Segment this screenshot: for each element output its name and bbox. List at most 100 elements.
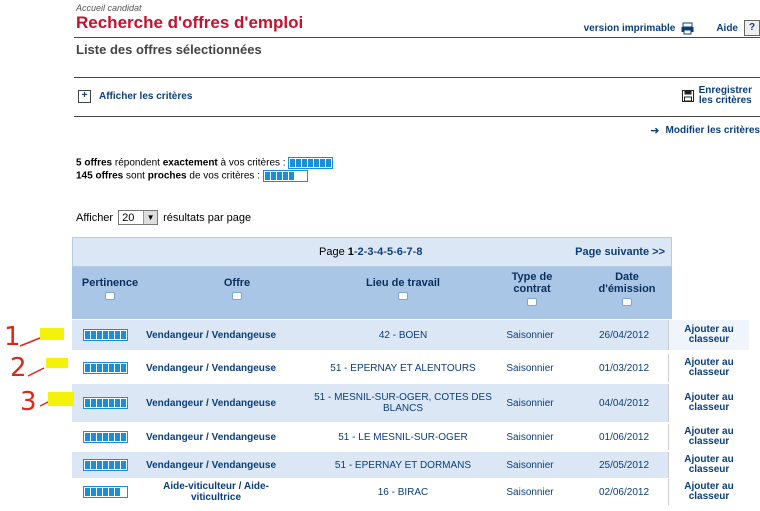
offre-link[interactable]: Vendangeur / Vendangeuse	[146, 320, 286, 350]
result-counts: 5 offres répondent exactement à vos crit…	[76, 157, 334, 183]
page-subtitle: Liste des offres sélectionnées	[76, 42, 262, 57]
add-label: classeur	[688, 491, 730, 502]
relevance-meter	[82, 329, 128, 341]
add-to-folder-button[interactable]: Ajouter au classeur	[668, 452, 749, 478]
top-links: version imprimable Aide ?	[584, 20, 760, 36]
sort-icon[interactable]	[527, 298, 537, 306]
printer-icon[interactable]	[681, 22, 694, 35]
relevance-meter	[288, 157, 334, 169]
help-link[interactable]: Aide	[716, 23, 738, 34]
next-page-link[interactable]: Page suivante >>	[575, 246, 665, 258]
relevance-meter	[82, 362, 128, 374]
offre-link[interactable]: Vendangeur / Vendangeuse	[146, 384, 286, 422]
text: à vos critères :	[217, 157, 289, 169]
table-row[interactable]: Vendangeur / Vendangeuse 51 - LE MESNIL-S…	[72, 424, 668, 450]
add-label: classeur	[688, 436, 730, 447]
type-cell: Saisonnier	[506, 397, 554, 409]
type-cell: Saisonnier	[506, 486, 554, 498]
date-cell: 02/06/2012	[598, 486, 650, 498]
col-pertinence[interactable]: Pertinence	[72, 277, 148, 303]
offre-link[interactable]: Aide-viticulteur / Aide- viticultrice	[146, 479, 286, 505]
col-label: Lieu de travail	[366, 277, 440, 289]
col-lieu[interactable]: Lieu de travail	[348, 277, 458, 303]
save-criteria-button[interactable]: Enregistrer les critères	[681, 86, 752, 106]
exact-count: 5 offres	[76, 157, 113, 169]
table-row[interactable]: Vendangeur / Vendangeuse 51 - MESNIL-SUR-…	[72, 384, 668, 422]
lieu-cell: 51 - EPERNAY ET ALENTOURS	[330, 362, 476, 374]
text: répondent	[112, 157, 163, 169]
print-link[interactable]: version imprimable	[584, 23, 676, 34]
col-label: Offre	[223, 277, 251, 289]
help-icon[interactable]: ?	[744, 20, 760, 36]
add-to-folder-button[interactable]: Ajouter au classeur	[668, 424, 749, 450]
per-page-select[interactable]: 20 ▼	[118, 210, 159, 225]
modify-criteria-link[interactable]: Modifier les critères	[666, 125, 760, 136]
col-label: Type de	[511, 271, 553, 283]
relevance-meter	[82, 486, 128, 498]
pagination-bar: Page 1-2-3-4-5-6-7-8 Page suivante >>	[72, 237, 672, 267]
divider	[74, 77, 760, 78]
exact-count-line: 5 offres répondent exactement à vos crit…	[76, 157, 334, 170]
floppy-disk-icon[interactable]	[681, 90, 694, 102]
show-criteria-link[interactable]: Afficher les critères	[99, 91, 192, 102]
plus-icon[interactable]: +	[78, 90, 91, 103]
text: exactement	[162, 157, 218, 169]
relevance-meter	[82, 459, 128, 471]
table-row[interactable]: Vendangeur / Vendangeuse 42 - BOEN Saisonn…	[72, 320, 668, 350]
add-to-folder-button[interactable]: Ajouter au classeur	[668, 354, 749, 382]
offre-link[interactable]: Vendangeur / Vendangeuse	[146, 354, 286, 382]
col-offre[interactable]: Offre	[202, 277, 272, 303]
near-count-line: 145 offres sont proches de vos critères …	[76, 169, 333, 183]
text: sont	[123, 170, 148, 182]
sort-icon[interactable]	[232, 292, 242, 300]
page-link[interactable]: 8	[416, 246, 422, 258]
sort-icon[interactable]	[398, 292, 408, 300]
add-label: classeur	[688, 464, 730, 475]
sort-icon[interactable]	[622, 298, 632, 306]
col-label: d'émission	[598, 283, 656, 295]
breadcrumb[interactable]: Accueil candidat	[76, 3, 142, 13]
highlight-mark	[40, 328, 64, 340]
relevance-meter	[82, 431, 128, 443]
add-to-folder-button[interactable]: Ajouter au classeur	[668, 320, 749, 350]
col-type[interactable]: Type de contrat	[502, 271, 562, 309]
title-divider	[74, 37, 760, 38]
relevance-meter	[262, 169, 308, 182]
highlight-mark	[48, 392, 74, 406]
results-table: Page 1-2-3-4-5-6-7-8 Page suivante >> Pe…	[72, 237, 672, 319]
text: de vos critères :	[186, 170, 263, 182]
pertinence-cell	[76, 452, 134, 478]
date-cell: 25/05/2012	[598, 459, 650, 471]
show-criteria-toggle[interactable]: + Afficher les critères	[78, 90, 192, 103]
pertinence-cell	[76, 479, 134, 505]
divider	[74, 116, 760, 117]
per-page-prefix: Afficher	[76, 211, 114, 224]
pagination: Page 1-2-3-4-5-6-7-8	[319, 246, 422, 258]
col-date[interactable]: Date d'émission	[590, 271, 664, 309]
modify-criteria[interactable]: ➜ Modifier les critères	[650, 124, 760, 137]
table-row[interactable]: Vendangeur / Vendangeuse 51 - EPERNAY ET …	[72, 452, 668, 478]
type-cell: Saisonnier	[506, 362, 554, 374]
offre-link[interactable]: Vendangeur / Vendangeuse	[146, 424, 286, 450]
arrow-right-icon: ➜	[650, 125, 660, 137]
results-per-page: Afficher 20 ▼ résultats par page	[76, 210, 251, 225]
date-cell: 04/04/2012	[598, 397, 650, 409]
table-header: Pertinence Offre Lieu de travail Type de…	[72, 267, 672, 319]
table-row[interactable]: Aide-viticulteur / Aide- viticultrice 16 …	[72, 479, 668, 505]
add-to-folder-button[interactable]: Ajouter au classeur	[668, 479, 749, 505]
col-label: Date	[615, 271, 639, 283]
highlight-mark	[46, 358, 68, 368]
col-label: contrat	[513, 283, 551, 295]
save-criteria-label-2[interactable]: les critères	[699, 95, 752, 106]
text: proches	[147, 170, 187, 182]
annotation-number: 2	[10, 353, 27, 383]
page-label: Page	[319, 246, 348, 258]
sort-icon[interactable]	[105, 292, 115, 300]
date-cell: 26/04/2012	[598, 329, 650, 341]
offre-link[interactable]: Vendangeur / Vendangeuse	[146, 452, 286, 478]
chevron-down-icon[interactable]: ▼	[143, 211, 158, 224]
add-to-folder-button[interactable]: Ajouter au classeur	[668, 384, 749, 422]
table-row[interactable]: Vendangeur / Vendangeuse 51 - EPERNAY ET …	[72, 354, 668, 382]
type-cell: Saisonnier	[506, 459, 554, 471]
near-count: 145 offres	[76, 170, 124, 182]
